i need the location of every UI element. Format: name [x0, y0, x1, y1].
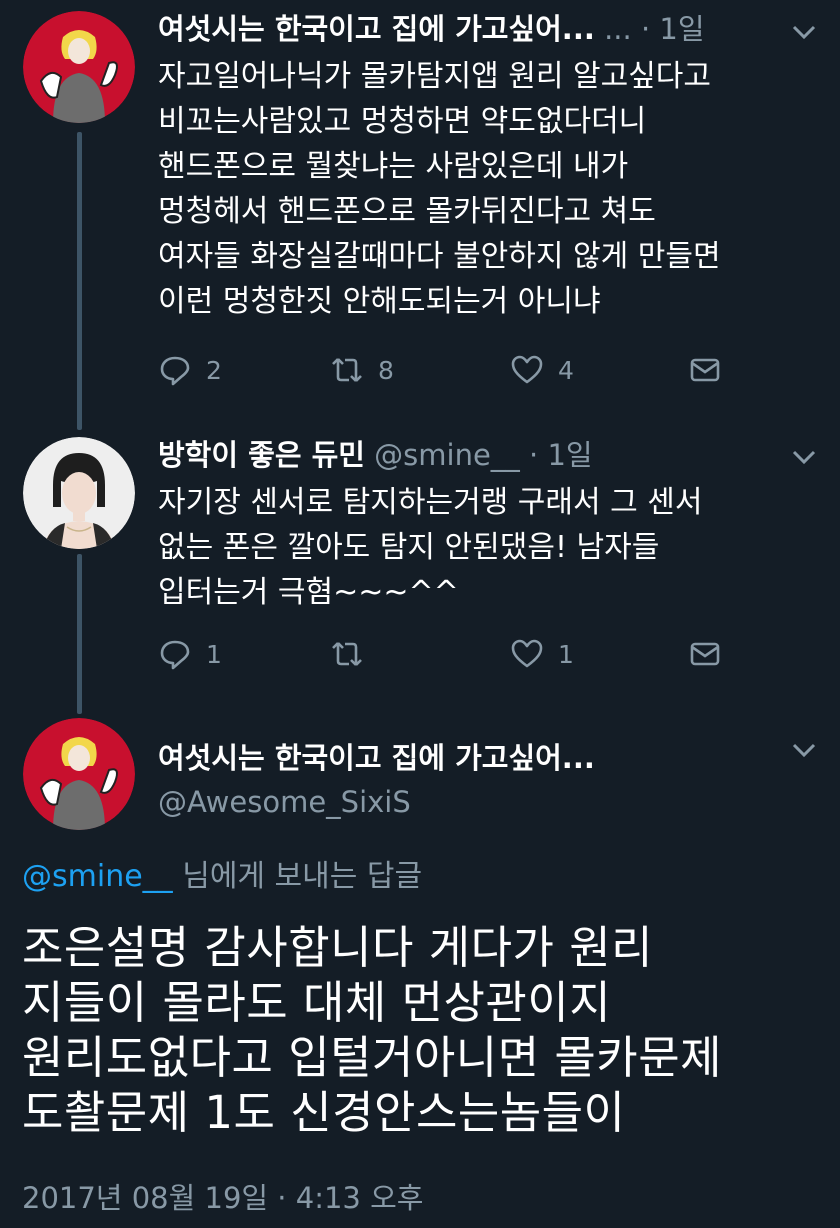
retweet-count: 8: [378, 355, 394, 385]
avatar[interactable]: [23, 11, 135, 123]
dm-icon: [690, 642, 720, 666]
reply-button[interactable]: 1: [158, 634, 222, 674]
tweet-text: 자기장 센서로 탐지하는거랭 구래서 그 센서 없는 폰은 깔아도 탐지 안된댔…: [158, 480, 818, 615]
direct-message-button[interactable]: [688, 350, 722, 390]
tweet-line: 이런 멍청한짓 안해도되는거 아니냐: [158, 284, 601, 319]
tweet-line: 지들이 몰라도 대체 먼상관이지: [22, 976, 612, 1029]
avatar[interactable]: [23, 718, 135, 830]
like-button[interactable]: 4: [510, 350, 574, 390]
tweet-line: 없는 폰은 깔아도 탐지 안된댔음! 남자들: [158, 530, 660, 565]
thread-line: [77, 554, 82, 714]
reply-icon: [160, 640, 190, 670]
avatar[interactable]: [23, 437, 135, 549]
retweet-button[interactable]: 8: [330, 350, 394, 390]
retweet-icon: [332, 642, 362, 666]
reply-mention-link[interactable]: @smine__: [22, 859, 173, 894]
more-ellipsis: ...: [604, 12, 632, 46]
tweet-line: 멍청헤서 핸드폰으로 몰카뒤진다고 쳐도: [158, 194, 656, 229]
display-name[interactable]: 여섯시는 한국이고 집에 가고싶어...: [158, 12, 595, 46]
tweet-actions: 2 8 4: [158, 350, 738, 390]
like-count: 4: [558, 355, 574, 385]
tweet-line: 원리도없다고 입털거아니면 몰카문제: [22, 1031, 723, 1084]
tweet-age: · 1일: [529, 438, 593, 472]
reply-count: 2: [206, 355, 222, 385]
like-icon: [511, 355, 543, 384]
tweet-line: 여자들 화장실갈때마다 불안하지 않게 만들면: [158, 239, 721, 274]
tweet-text: 자고일어나닉가 몰카탐지앱 원리 알고싶다고 비꼬는사람있고 멍청하면 약도없다…: [158, 54, 818, 324]
reply-button[interactable]: 2: [158, 350, 222, 390]
chevron-down-icon[interactable]: [790, 22, 818, 42]
dm-icon: [690, 358, 720, 382]
like-icon: [511, 639, 543, 668]
user-handle[interactable]: @Awesome_SixiS: [158, 785, 411, 819]
tweet-text: 조은설명 감사합니다 게다가 원리 지들이 몰라도 대체 먼상관이지 원리도없다…: [22, 920, 822, 1140]
tweet-actions: 1 1: [158, 634, 738, 674]
chevron-down-icon[interactable]: [790, 740, 818, 760]
user-handle[interactable]: @smine__: [374, 438, 520, 472]
like-count: 1: [558, 639, 574, 669]
display-name[interactable]: 여섯시는 한국이고 집에 가고싶어...: [158, 741, 595, 775]
tweet-line: 입터는거 극혐~~~^^: [158, 575, 459, 610]
like-button[interactable]: 1: [510, 634, 574, 674]
tweet-age: · 1일: [640, 12, 705, 46]
direct-message-button[interactable]: [688, 634, 722, 674]
reply-to-label: 님에게 보내는 답글: [182, 859, 423, 894]
reply-count: 1: [206, 639, 222, 669]
thread-line: [77, 132, 82, 430]
tweet-line: 자고일어나닉가 몰카탐지앱 원리 알고싶다고: [158, 59, 712, 94]
retweet-icon: [332, 358, 362, 382]
chevron-down-icon[interactable]: [790, 447, 818, 467]
reply-icon: [160, 356, 190, 386]
retweet-button[interactable]: [330, 634, 378, 674]
display-name[interactable]: 방학이 좋은 듀민: [158, 438, 365, 472]
replying-to: @smine__ 님에게 보내는 답글: [22, 857, 422, 897]
tweet-line: 조은설명 감사합니다 게다가 원리: [22, 921, 654, 974]
tweet-line: 도촬문제 1도 신경안스는놈들이: [22, 1086, 626, 1139]
tweet-timestamp: 2017년 08월 19일 · 4:13 오후: [22, 1181, 424, 1215]
tweet-line: 비꼬는사람있고 멍청하면 약도없다더니: [158, 104, 647, 139]
tweet-line: 자기장 센서로 탐지하는거랭 구래서 그 센서: [158, 485, 703, 520]
tweet-line: 핸드폰으로 뭘찾냐는 사람있은데 내가: [158, 149, 629, 184]
